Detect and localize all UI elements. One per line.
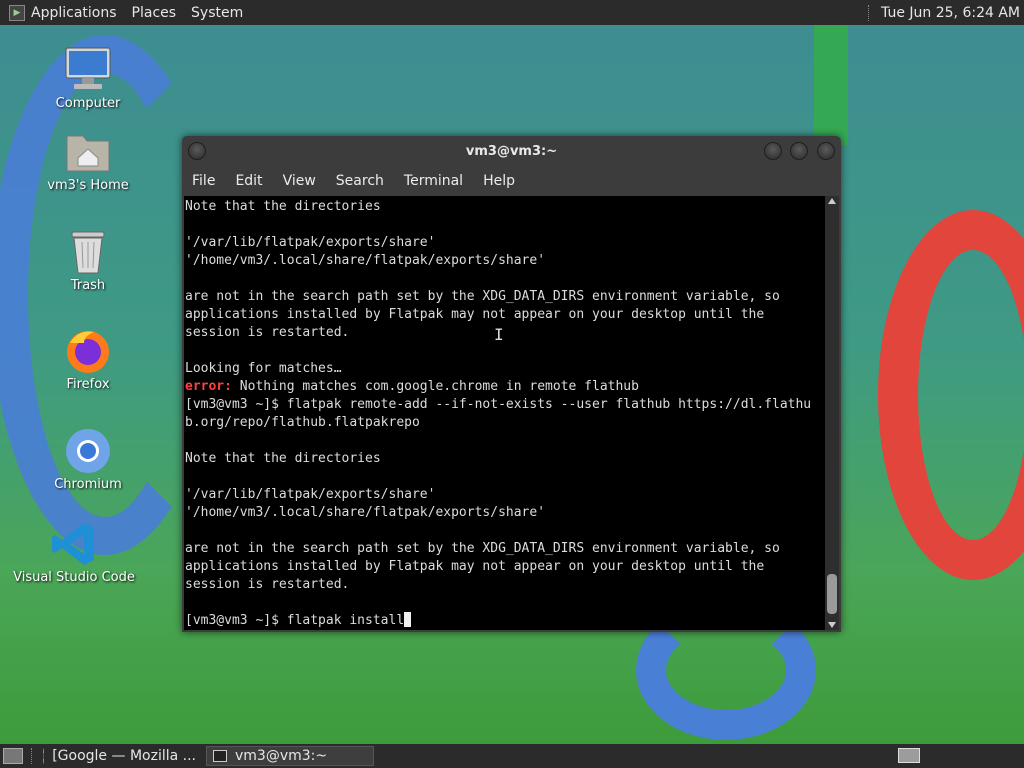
maximize-button[interactable] [790,142,808,160]
menu-edit[interactable]: Edit [225,173,272,189]
vscode-icon [50,520,98,568]
computer-icon [64,46,112,94]
desktop-icon-computer[interactable]: Computer [23,46,153,111]
terminal-titlebar[interactable]: vm3@vm3:~ [182,136,841,166]
taskbar-item-terminal[interactable]: vm3@vm3:~ [206,746,374,766]
scrollbar-thumb[interactable] [827,574,837,614]
chromium-icon [64,427,112,475]
desktop-icon-firefox[interactable]: Firefox [23,327,153,392]
desktop-icon-label: Trash [70,278,106,293]
menu-file[interactable]: File [182,173,225,189]
wallpaper-green-bar [814,25,848,145]
error-label: error: [185,379,232,394]
menu-view[interactable]: View [273,173,326,189]
terminal-line: Looking for matches… [185,361,342,376]
window-menu-button[interactable] [188,142,206,160]
terminal-line: session is restarted. [185,577,350,592]
terminal-line: '/var/lib/flatpak/exports/share' [185,235,436,250]
home-folder-icon [64,128,112,176]
scroll-down-arrow-icon[interactable] [828,622,836,628]
desktop-icon-home[interactable]: vm3's Home [23,128,153,193]
desktop-icon-label: Firefox [66,377,110,392]
ibeam-cursor-icon: I [494,325,504,344]
terminal-line: session is restarted. [185,325,350,340]
terminal-line: [vm3@vm3 ~]$ flatpak install [185,612,824,630]
terminal-line: '/home/vm3/.local/share/flatpak/exports/… [185,253,546,268]
taskbar-item-label: [Google — Mozilla ... [52,748,196,764]
window-title: vm3@vm3:~ [465,143,558,159]
desktop-icon-label: Chromium [54,477,122,492]
terminal-cursor [404,612,412,627]
terminal-output[interactable]: Note that the directories '/var/lib/flat… [184,196,825,630]
terminal-window[interactable]: vm3@vm3:~ File Edit View Search Terminal… [182,136,841,632]
taskbar-item-label: vm3@vm3:~ [235,748,328,764]
menu-terminal[interactable]: Terminal [394,173,473,189]
panel-handle [31,748,35,764]
menu-help[interactable]: Help [473,173,525,189]
terminal-line: Note that the directories [185,451,381,466]
wallpaper-red-e [878,210,1024,580]
terminal-scrollbar[interactable] [825,196,839,630]
desktop-icon-label: Visual Studio Code [13,570,135,585]
terminal-line: applications installed by Flatpak may no… [185,307,765,322]
terminal-line: error: Nothing matches com.google.chrome… [185,379,639,394]
desktop-icon-vscode[interactable]: Visual Studio Code [9,520,139,585]
terminal-line: '/home/vm3/.local/share/flatpak/exports/… [185,505,546,520]
panel-handle [868,4,872,21]
desktop-icon-label: vm3's Home [47,178,129,193]
close-button[interactable] [817,142,835,160]
menu-applications[interactable]: Applications [31,5,117,21]
top-panel: ▶ Applications Places System Tue Jun 25,… [0,0,1024,25]
scroll-up-arrow-icon[interactable] [828,198,836,204]
terminal-line: Note that the directories [185,199,381,214]
desktop-icon-label: Computer [55,96,121,111]
menu-system[interactable]: System [191,5,243,21]
terminal-icon [213,750,227,762]
minimize-button[interactable] [764,142,782,160]
menu-places[interactable]: Places [132,5,177,21]
desktop-icon-chromium[interactable]: Chromium [23,427,153,492]
clock[interactable]: Tue Jun 25, 6:24 AM [881,5,1020,21]
firefox-icon [43,748,45,764]
desktop-icon-trash[interactable]: Trash [23,228,153,293]
firefox-icon [64,327,112,375]
applications-icon[interactable]: ▶ [9,4,25,21]
terminal-text: Note that the directories '/var/lib/flat… [184,196,825,630]
terminal-line: b.org/repo/flathub.flatpakrepo [185,415,420,430]
terminal-menubar: File Edit View Search Terminal Help [182,166,841,196]
terminal-line: [vm3@vm3 ~]$ flatpak remote-add --if-not… [185,397,812,412]
terminal-line: '/var/lib/flatpak/exports/share' [185,487,436,502]
menu-search[interactable]: Search [326,173,394,189]
terminal-line: are not in the search path set by the XD… [185,289,780,304]
terminal-line: are not in the search path set by the XD… [185,541,780,556]
bottom-panel: [Google — Mozilla ... vm3@vm3:~ [0,744,1024,768]
terminal-line: applications installed by Flatpak may no… [185,559,765,574]
taskbar-item-firefox[interactable]: [Google — Mozilla ... [37,746,202,766]
show-desktop-icon[interactable] [3,748,23,764]
trash-icon [64,228,112,276]
workspace-switcher[interactable] [898,748,920,763]
